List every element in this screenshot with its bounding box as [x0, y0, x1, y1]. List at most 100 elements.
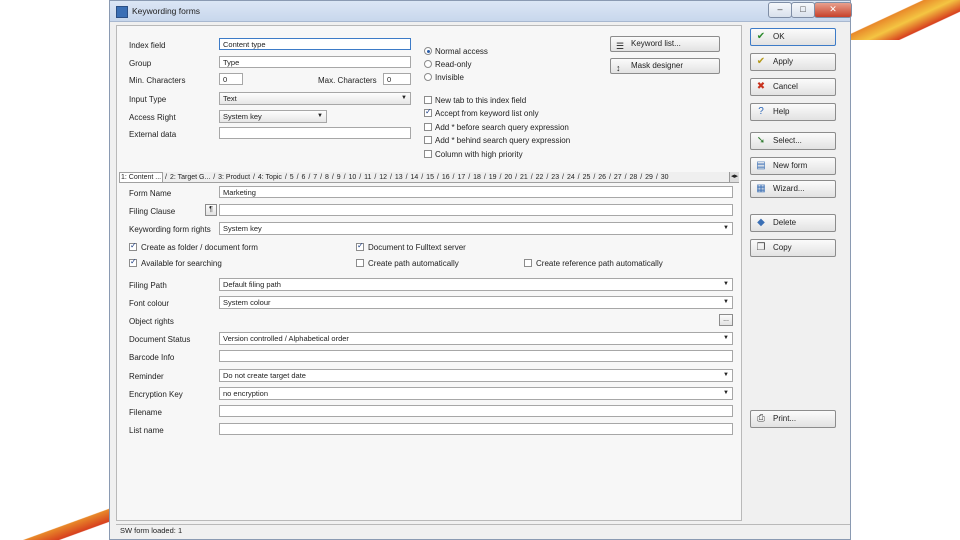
tab-16[interactable]: 16 [441, 173, 451, 182]
cancel-icon: ✖ [756, 81, 766, 92]
tab-12[interactable]: 12 [378, 173, 388, 182]
barcode-info-input[interactable] [219, 350, 733, 362]
tab-20[interactable]: 20 [503, 173, 513, 182]
create-reference-path-checkbox[interactable] [524, 259, 532, 267]
invisible-radio[interactable] [424, 73, 432, 81]
help-button[interactable]: ? Help [750, 103, 836, 121]
new-form-button-label: New form [773, 161, 808, 170]
group-label: Group [129, 59, 152, 68]
tab-15[interactable]: 15 [425, 173, 435, 182]
encryption-key-select[interactable]: no encryption ▼ [219, 387, 733, 400]
form-name-input[interactable]: Marketing [219, 186, 733, 198]
tab-14[interactable]: 14 [410, 173, 420, 182]
external-data-input[interactable] [219, 127, 411, 139]
tab-5[interactable]: 5 [289, 173, 295, 182]
create-path-checkbox[interactable] [356, 259, 364, 267]
high-priority-checkbox[interactable] [424, 150, 432, 158]
chevron-down-icon: ▼ [723, 372, 729, 378]
max-chars-label: Max. Characters [318, 76, 377, 85]
list-icon: ☰ [616, 41, 625, 51]
keyword-list-button[interactable]: ☰ Keyword list... [610, 36, 720, 52]
apply-button[interactable]: ✔ Apply [750, 53, 836, 71]
app-icon [116, 6, 128, 18]
tab-1[interactable]: 1: Content ... [119, 172, 164, 182]
prefix-wildcard-checkbox[interactable] [424, 123, 432, 131]
suffix-wildcard-checkbox[interactable] [424, 136, 432, 144]
index-field-input[interactable]: Content type [219, 38, 411, 50]
suffix-wildcard-label: Add * behind search query expression [435, 136, 571, 145]
apply-button-label: Apply [773, 57, 794, 66]
new-tab-checkbox[interactable] [424, 96, 432, 104]
read-only-radio[interactable] [424, 60, 432, 68]
ok-button[interactable]: ✔ OK [750, 28, 836, 46]
new-form-button[interactable]: ▤ New form [750, 157, 836, 175]
check-icon: ✔ [756, 31, 766, 42]
cancel-button[interactable]: ✖ Cancel [750, 78, 836, 96]
normal-access-radio[interactable] [424, 47, 432, 55]
filing-clause-button[interactable]: ¶ [205, 204, 217, 216]
tab-28[interactable]: 28 [629, 173, 639, 182]
high-priority-label: Column with high priority [435, 150, 523, 159]
tab-2[interactable]: 2: Target G... [169, 173, 211, 182]
main-panel: Index field Content type Group Type Min.… [116, 25, 742, 521]
filing-clause-input[interactable] [219, 204, 733, 216]
wizard-button[interactable]: ▦ Wizard... [750, 180, 836, 198]
available-searching-checkbox[interactable] [129, 257, 137, 267]
fulltext-server-label: Document to Fulltext server [368, 243, 466, 252]
tab-scroll-arrows[interactable]: ◂▸ [728, 172, 739, 182]
tab-19[interactable]: 19 [488, 173, 498, 182]
slide-decoration-top [840, 0, 960, 40]
apply-check-icon: ✔ [756, 56, 766, 67]
tab-7[interactable]: 7 [312, 173, 318, 182]
tab-3[interactable]: 3: Product [217, 173, 251, 182]
tab-22[interactable]: 22 [535, 173, 545, 182]
font-colour-select[interactable]: System colour ▼ [219, 296, 733, 309]
tab-24[interactable]: 24 [566, 173, 576, 182]
minimize-button[interactable]: – [768, 2, 792, 18]
access-right-value: System key [223, 112, 262, 121]
list-name-input[interactable] [219, 423, 733, 435]
chevron-down-icon: ▼ [723, 390, 729, 396]
tab-13[interactable]: 13 [394, 173, 404, 182]
tab-17[interactable]: 17 [456, 173, 466, 182]
keyword-list-only-checkbox[interactable] [424, 107, 432, 117]
folder-document-form-checkbox[interactable] [129, 241, 137, 251]
keywording-rights-select[interactable]: System key ▼ [219, 222, 733, 235]
min-chars-input[interactable]: 0 [219, 73, 243, 85]
tab-10[interactable]: 10 [347, 173, 357, 182]
maximize-button[interactable]: □ [791, 2, 815, 18]
group-input[interactable]: Type [219, 56, 411, 68]
invisible-label: Invisible [435, 73, 464, 82]
filename-input[interactable] [219, 405, 733, 417]
input-type-select[interactable]: Text ▼ [219, 92, 411, 105]
tab-27[interactable]: 27 [613, 173, 623, 182]
tab-26[interactable]: 26 [597, 173, 607, 182]
close-button[interactable]: ✕ [814, 2, 852, 18]
delete-button[interactable]: ◆ Delete [750, 214, 836, 232]
copy-button[interactable]: ❐ Copy [750, 239, 836, 257]
object-rights-button[interactable]: ... [719, 314, 733, 326]
reminder-select[interactable]: Do not create target date ▼ [219, 369, 733, 382]
tab-18[interactable]: 18 [472, 173, 482, 182]
access-right-select[interactable]: System key ▼ [219, 110, 327, 123]
tab-8[interactable]: 8 [324, 173, 330, 182]
select-button[interactable]: ➘ Select... [750, 132, 836, 150]
fulltext-server-checkbox[interactable] [356, 241, 364, 251]
tab-4[interactable]: 4: Topic [257, 173, 283, 182]
tab-21[interactable]: 21 [519, 173, 529, 182]
tab-25[interactable]: 25 [582, 173, 592, 182]
tab-23[interactable]: 23 [550, 173, 560, 182]
mask-designer-button-label: Mask designer [631, 61, 684, 70]
max-chars-input[interactable]: 0 [383, 73, 411, 85]
tab-9[interactable]: 9 [336, 173, 342, 182]
filing-path-select[interactable]: Default filing path ▼ [219, 278, 733, 291]
tab-30[interactable]: 30 [660, 173, 670, 182]
read-only-label: Read-only [435, 60, 472, 69]
tab-29[interactable]: 29 [644, 173, 654, 182]
document-status-select[interactable]: Version controlled / Alphabetical order … [219, 332, 733, 345]
tab-6[interactable]: 6 [300, 173, 306, 182]
barcode-info-label: Barcode Info [129, 353, 175, 362]
print-button[interactable]: ⎙ Print... [750, 410, 836, 428]
tab-11[interactable]: 11 [363, 173, 372, 182]
mask-designer-button[interactable]: ↕ Mask designer [610, 58, 720, 74]
